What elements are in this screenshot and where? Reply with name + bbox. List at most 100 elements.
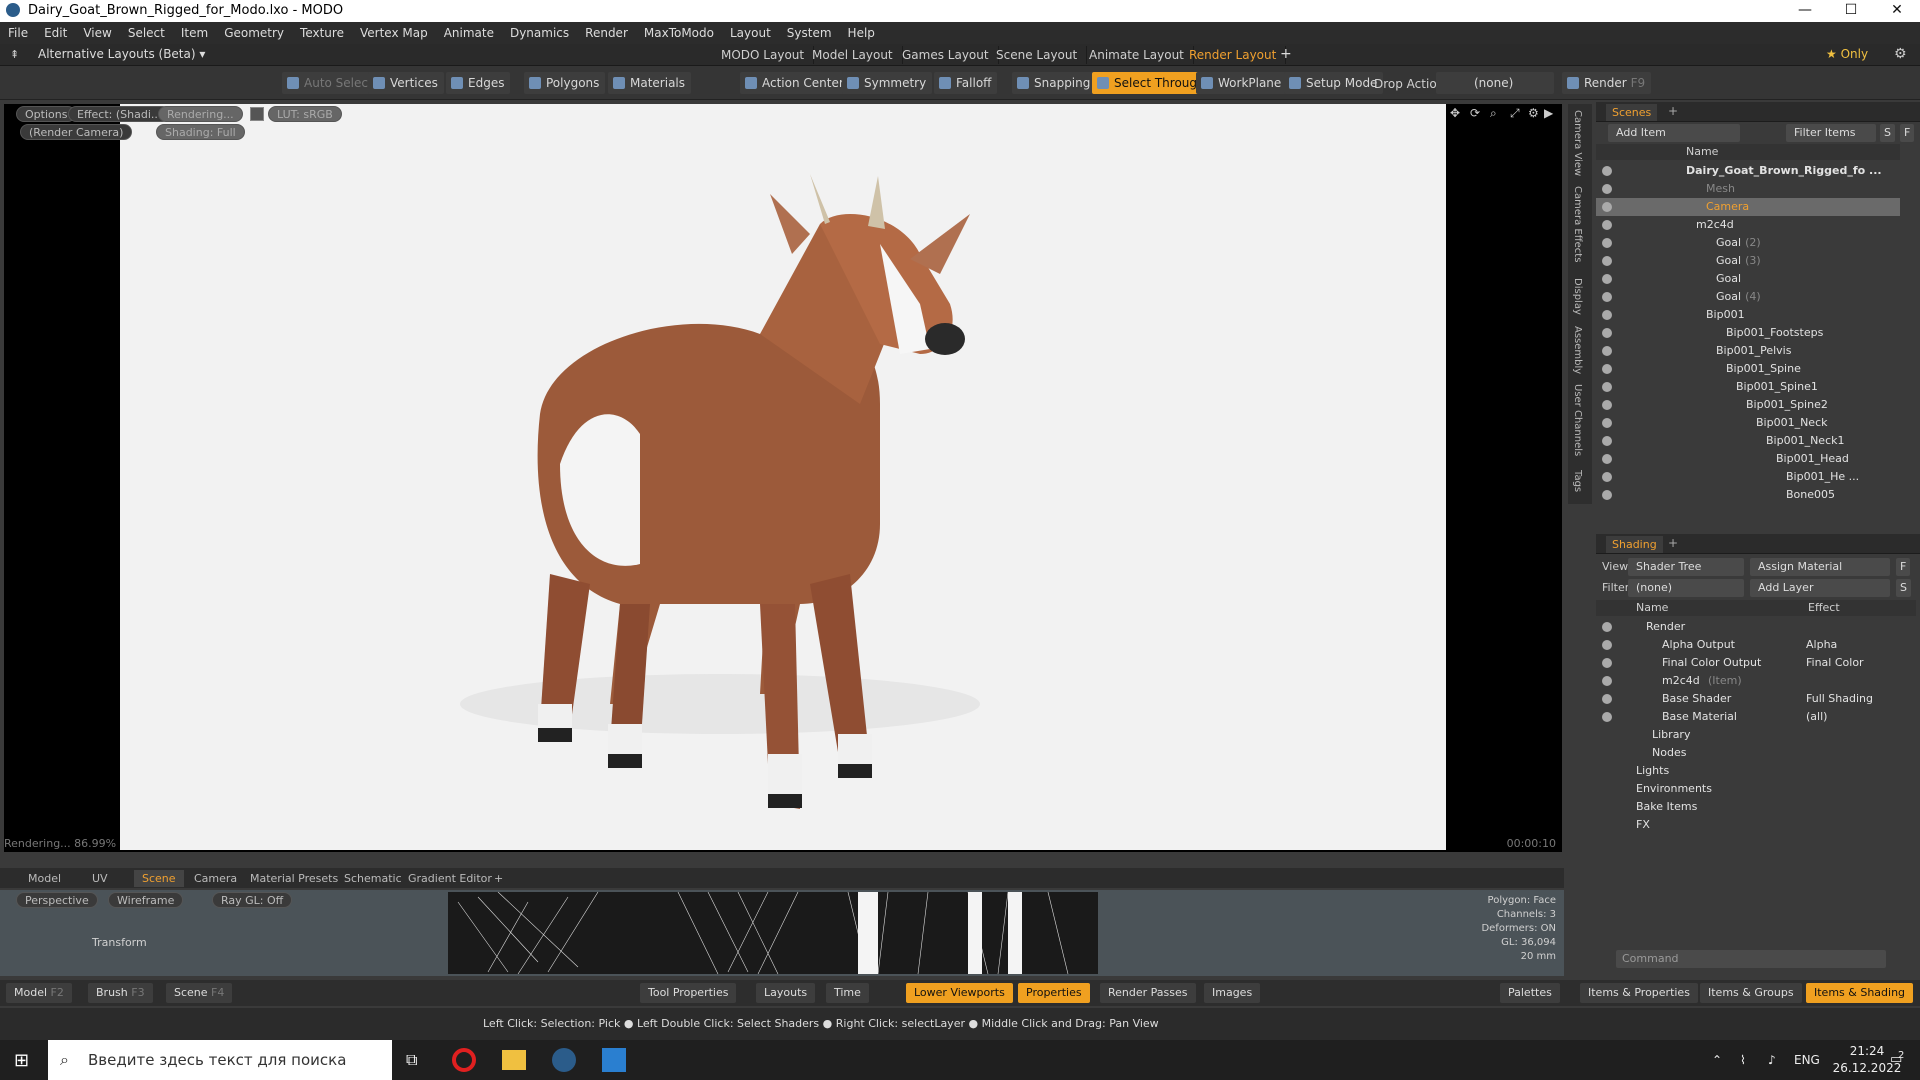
scene-tree-row[interactable]: Bip001_Neck1 (1596, 432, 1900, 450)
select-through-button[interactable]: Select Through (1092, 72, 1211, 94)
shader-tree-row[interactable]: m2c4d (Item) (1596, 672, 1916, 690)
side-tab-display[interactable]: Display (1572, 278, 1583, 315)
assign-material-button[interactable]: Assign Material (1750, 558, 1890, 576)
action-center-button[interactable]: Action Center (740, 72, 850, 94)
visibility-eye-icon[interactable] (1602, 622, 1612, 632)
shader-tree-row[interactable]: Final Color Output Final Color (1596, 654, 1916, 672)
images-button[interactable]: Images (1204, 983, 1261, 1003)
shader-tree-row[interactable]: FX (1596, 816, 1916, 834)
visibility-eye-icon[interactable] (1602, 310, 1612, 320)
visibility-eye-icon[interactable] (1602, 274, 1612, 284)
visibility-eye-icon[interactable] (1602, 676, 1612, 686)
tab-model-layout[interactable]: Model Layout (803, 46, 903, 64)
menu-maxtomodo[interactable]: MaxToModo (636, 22, 722, 44)
tab-scenes[interactable]: Scenes (1606, 104, 1658, 121)
speaker-icon[interactable]: ♪ (1768, 1040, 1776, 1080)
brush-button[interactable]: Brush F3 (88, 983, 153, 1003)
visibility-eye-icon[interactable] (1602, 658, 1612, 668)
scene-tree-row[interactable]: Dairy_Goat_Brown_Rigged_fo ... (1596, 162, 1900, 180)
raygl-dropdown[interactable]: Ray GL: Off (212, 892, 293, 908)
visibility-eye-icon[interactable] (1602, 238, 1612, 248)
viewport-arrow-icon[interactable]: ▶ (1544, 106, 1553, 120)
render-button[interactable]: Render F9 (1562, 72, 1652, 94)
viewport-effect-dropdown[interactable]: Effect: (Shadi... (68, 106, 171, 122)
perspective-dropdown[interactable]: Perspective (16, 892, 98, 908)
maximize-button[interactable]: ☐ (1828, 0, 1874, 22)
menu-help[interactable]: Help (840, 22, 883, 44)
minimize-button[interactable]: — (1782, 0, 1828, 22)
side-tab-assembly[interactable]: Assembly (1572, 326, 1583, 374)
tab-animate-layout[interactable]: Animate Layout (1080, 46, 1194, 64)
tab-modo-layout[interactable]: MODO Layout (712, 46, 815, 64)
task-view-icon[interactable]: ⧉ (406, 1050, 417, 1070)
view-dropdown[interactable]: Shader Tree (1628, 558, 1744, 576)
render-passes-button[interactable]: Render Passes (1100, 983, 1196, 1003)
visibility-eye-icon[interactable] (1602, 166, 1612, 176)
menu-geometry[interactable]: Geometry (216, 22, 292, 44)
lower-tab-gradient-editor[interactable]: Gradient Editor (400, 870, 500, 887)
alt-layouts-dropdown[interactable]: Alternative Layouts (Beta) ▾ (38, 47, 205, 61)
scene-tree-row[interactable]: Bip001_Spine2 (1596, 396, 1900, 414)
tool-properties-button[interactable]: Tool Properties (640, 983, 737, 1003)
scene-tree-row[interactable]: Bip001_Spine1 (1596, 378, 1900, 396)
visibility-eye-icon[interactable] (1602, 184, 1612, 194)
modo-taskbar-icon[interactable] (552, 1048, 576, 1072)
shader-item-effect[interactable]: Final Color (1806, 654, 1900, 672)
lock-icon[interactable] (250, 107, 264, 121)
menu-system[interactable]: System (779, 22, 840, 44)
properties-button[interactable]: Properties (1018, 983, 1090, 1003)
lower-viewport[interactable]: Perspective Wireframe Ray GL: Off Transf… (0, 890, 1564, 976)
visibility-eye-icon[interactable] (1602, 256, 1612, 266)
scene-tree-row[interactable]: Bip001_Pelvis (1596, 342, 1900, 360)
scene-tree-row[interactable]: Bone005 (1596, 486, 1900, 504)
scene-tree-row[interactable]: Goal (2) (1596, 234, 1900, 252)
shader-tree-row[interactable]: Library (1596, 726, 1916, 744)
visibility-eye-icon[interactable] (1602, 346, 1612, 356)
tab-games-layout[interactable]: Games Layout (893, 46, 999, 64)
falloff-button[interactable]: Falloff (934, 72, 998, 94)
drop-action-select[interactable]: (none) (1436, 72, 1554, 94)
filter-dropdown[interactable]: (none) (1628, 579, 1744, 597)
visibility-eye-icon[interactable] (1602, 472, 1612, 482)
filter-items-input[interactable]: Filter Items (1786, 124, 1876, 142)
maximize-view-icon[interactable]: ⤢ (1510, 106, 1520, 121)
items-shading-button[interactable]: Items & Shading (1806, 983, 1914, 1003)
shader-tree-row[interactable]: Render (1596, 618, 1916, 636)
scene-tree-row[interactable]: m2c4d (1596, 216, 1900, 234)
scene-tree-row[interactable]: Camera (1596, 198, 1900, 216)
lower-viewports-button[interactable]: Lower Viewports (906, 983, 1013, 1003)
menu-file[interactable]: File (0, 22, 36, 44)
visibility-eye-icon[interactable] (1602, 328, 1612, 338)
visibility-eye-icon[interactable] (1602, 364, 1612, 374)
rotate-view-icon[interactable]: ⟳ (1470, 106, 1480, 120)
shading-dropdown[interactable]: Shading: Full (156, 124, 245, 140)
scene-tree-row[interactable]: Goal (4) (1596, 288, 1900, 306)
viewport-gear-icon[interactable]: ⚙ (1528, 106, 1539, 120)
move-view-icon[interactable]: ✥ (1450, 106, 1460, 120)
time-button[interactable]: Time (826, 983, 869, 1003)
scene-tree-row[interactable]: Bip001_Head (1596, 450, 1900, 468)
file-explorer-icon[interactable] (502, 1050, 526, 1070)
scene-tree-row[interactable]: Bip001_Spine (1596, 360, 1900, 378)
add-lower-tab-button[interactable]: + (486, 870, 511, 887)
shader-tree-row[interactable]: Lights (1596, 762, 1916, 780)
auto-select-button[interactable]: Auto Select (282, 72, 379, 94)
shader-item-effect[interactable]: Alpha (1806, 636, 1900, 654)
model-button[interactable]: Model F2 (6, 983, 72, 1003)
scene-tree-row[interactable]: Bip001_He ... (1596, 468, 1900, 486)
tab-shading[interactable]: Shading (1606, 536, 1663, 553)
pin-icon[interactable]: ⇞ (10, 48, 19, 61)
scene-tree-row[interactable]: Goal (3) (1596, 252, 1900, 270)
photos-taskbar-icon[interactable] (602, 1048, 626, 1072)
scene-button[interactable]: Scene F4 (166, 983, 233, 1003)
scene-tree-row[interactable]: Bip001 (1596, 306, 1900, 324)
scene-tree-row[interactable]: Bip001_Neck (1596, 414, 1900, 432)
add-scene-tab-button[interactable]: + (1668, 104, 1678, 118)
menu-vertex-map[interactable]: Vertex Map (352, 22, 436, 44)
visibility-eye-icon[interactable] (1602, 490, 1612, 500)
edges-button[interactable]: Edges (446, 72, 511, 94)
layouts-button[interactable]: Layouts (756, 983, 816, 1003)
menu-dynamics[interactable]: Dynamics (502, 22, 577, 44)
command-input[interactable]: Command (1616, 950, 1886, 968)
visibility-eye-icon[interactable] (1602, 292, 1612, 302)
